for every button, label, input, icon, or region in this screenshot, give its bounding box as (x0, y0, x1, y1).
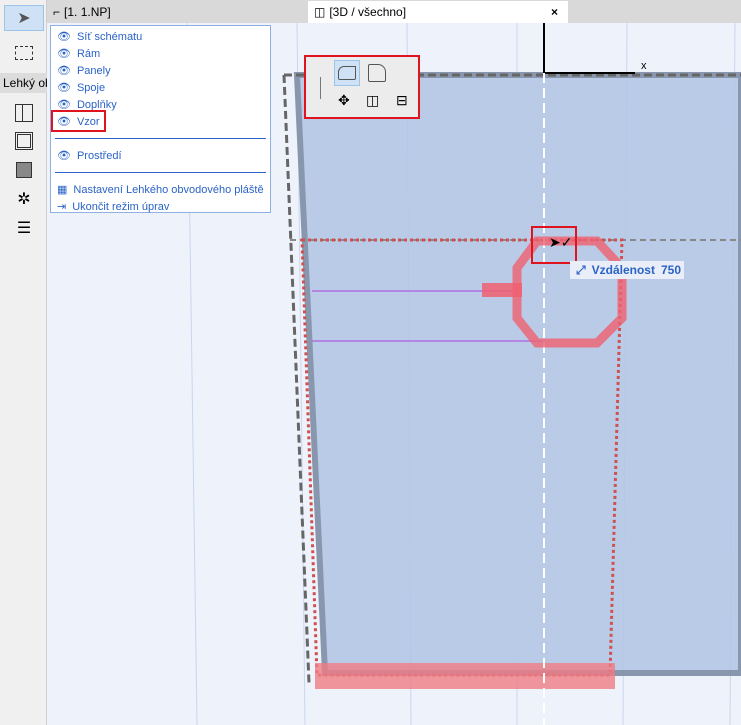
edit-palette: ✥ ◫ ⊟ (304, 55, 420, 119)
move-icon: ✥ (338, 92, 350, 108)
menu-label: Panely (76, 64, 111, 77)
menu-label: Doplňky (76, 98, 117, 111)
move-button[interactable]: ✥ (338, 92, 350, 109)
distance-icon: ⤢ (576, 262, 586, 277)
tooltip-label: Vzdálenost (591, 263, 655, 277)
distance-tooltip: ⤢ Vzdálenost 750 (570, 261, 684, 279)
curtain-wall-panel (293, 72, 741, 676)
grid-icon (15, 104, 33, 122)
menu-label: Síť schématu (76, 30, 143, 43)
eye-icon: 👁 (57, 48, 71, 60)
menu-label: Spoje (76, 81, 106, 94)
pattern-shape-alt-button[interactable] (364, 60, 390, 86)
divider (55, 138, 266, 139)
mirror-horizontal-button[interactable]: ◫ (366, 92, 379, 109)
junction-tool[interactable]: ✲ (4, 186, 44, 212)
shape-alt-icon (368, 64, 386, 82)
frame-icon (15, 132, 33, 150)
arrow-tool-button[interactable]: ➤ (4, 5, 44, 31)
divider (55, 172, 266, 173)
tab-floor-plan[interactable]: ⌐ [1. 1.NP] (47, 1, 111, 23)
menu-item-junctions[interactable]: 👁 Spoje (51, 79, 270, 96)
tab-3d-view[interactable]: ◫ [3D / všechno] × (308, 1, 568, 23)
cursor-highlight: ➤✓ (531, 226, 577, 264)
accessory-icon: ☰ (16, 220, 32, 237)
menu-item-settings[interactable]: ▦ Nastavení Lehkého obvodového pláště (51, 181, 270, 198)
eye-icon: 👁 (57, 82, 71, 94)
mirror-vertical-icon: ⊟ (396, 92, 408, 108)
scheme-grid-tool[interactable] (4, 100, 44, 126)
menu-label: Prostředí (76, 149, 122, 162)
settings-table-icon: ▦ (57, 184, 68, 196)
tooltip-value: 750 (660, 263, 681, 277)
menu-item-exit[interactable]: ⇥ Ukončit režim úprav (51, 198, 270, 215)
tab-bar: ⌐ [1. 1.NP] ◫ [3D / všechno] × (47, 0, 741, 23)
frame-tool[interactable] (4, 128, 44, 154)
marquee-icon (15, 46, 33, 60)
visibility-menu: 👁 Síť schématu 👁 Rám 👁 Panely 👁 Spoje 👁 Doplň… (50, 25, 271, 213)
eye-icon: 👁 (57, 31, 71, 43)
menu-item-panels[interactable]: 👁 Panely (51, 62, 270, 79)
arrow-icon: ➤ (17, 10, 31, 27)
menu-item-environment[interactable]: 👁 Prostředí (51, 147, 270, 164)
marquee-tool-button[interactable] (4, 40, 44, 66)
menu-item-scheme-grid[interactable]: 👁 Síť schématu (51, 28, 270, 45)
3d-view-icon: ◫ (314, 5, 326, 19)
accessory-tool[interactable]: ☰ (4, 215, 44, 241)
panel-icon (16, 162, 32, 178)
panel-tool[interactable] (4, 157, 44, 183)
cursor-icon: ➤✓ (549, 234, 573, 250)
eye-icon: 👁 (57, 150, 71, 162)
mirror-vertical-button[interactable]: ⊟ (396, 92, 408, 109)
eye-icon: 👁 (57, 65, 71, 77)
menu-label: Rám (76, 47, 101, 60)
highlight-box (51, 110, 106, 132)
curtain-wall-tab[interactable]: Lehký ob (0, 73, 47, 93)
pattern-shape-button[interactable] (334, 60, 360, 86)
menu-item-frame[interactable]: 👁 Rám (51, 45, 270, 62)
exit-icon: ⇥ (57, 201, 67, 213)
left-toolbox: ➤ Lehký ob ✲ ☰ (0, 0, 47, 725)
floor-plan-icon: ⌐ (53, 5, 61, 19)
shape-icon (338, 66, 356, 80)
tab-label: [1. 1.NP] (64, 5, 111, 19)
tab-label: [3D / všechno] (329, 5, 407, 19)
menu-label: Nastavení Lehkého obvodového pláště (73, 183, 264, 196)
junction-icon: ✲ (17, 191, 31, 208)
menu-label: Ukončit režim úprav (72, 200, 170, 213)
mirror-horizontal-icon: ◫ (366, 92, 380, 108)
close-tab-icon[interactable]: × (551, 5, 558, 19)
axis-x-label: x (641, 60, 647, 72)
